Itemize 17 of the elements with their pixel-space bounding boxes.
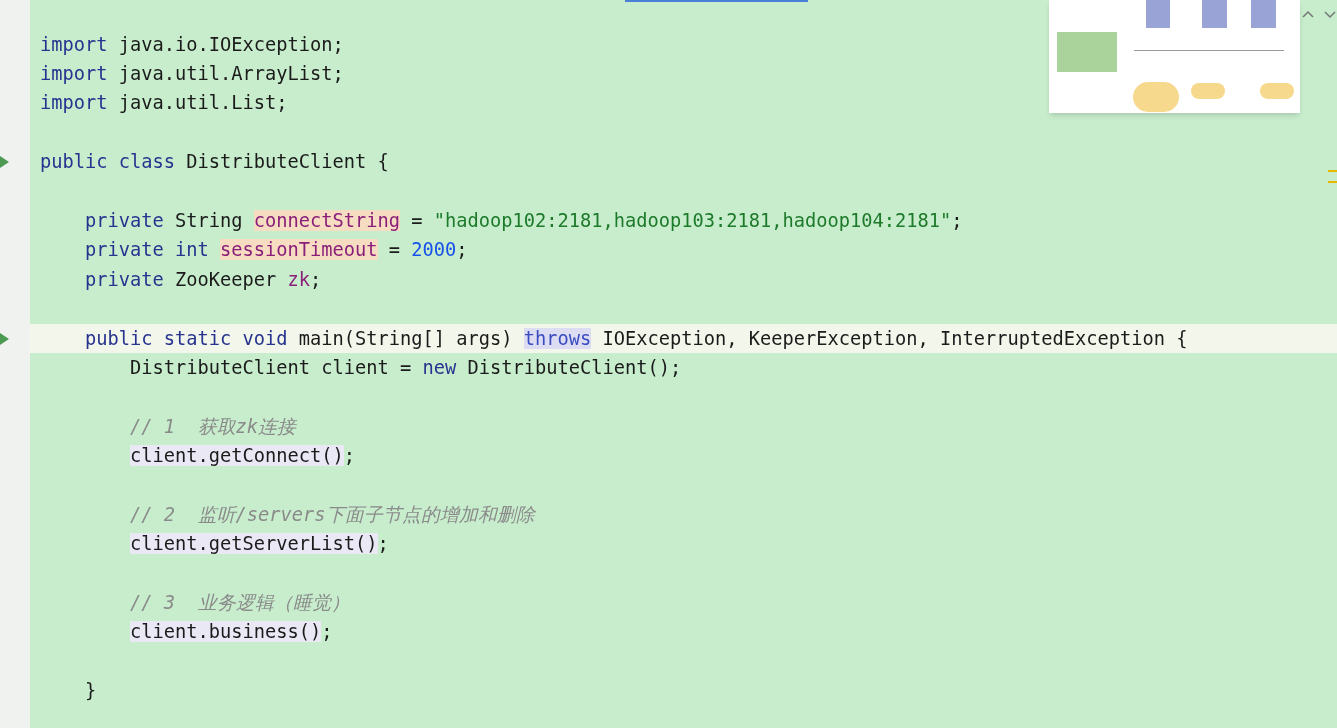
code-line: public static void main(String[] args) throws IOException, KeeperException, InterruptedException { [85,326,1188,351]
code-line: private String connectString = "hadoop102:2181,hadoop103:2181,hadoop104:2181"; [85,209,963,234]
chevron-down-icon[interactable] [1324,11,1336,19]
code-line: public class DistributeClient { [40,150,389,175]
code-comment: // 1 获取zk连接 [130,414,296,439]
code-comment: // 3 业务逻辑（睡觉） [130,591,350,616]
code-line: } [85,679,97,704]
run-icon[interactable] [0,156,9,169]
code-line: private int sessionTimeout = 2000; [85,238,468,263]
code-line: import java.util.ArrayList; [40,62,344,87]
code-line: import java.util.List; [40,91,288,116]
run-icon[interactable] [0,332,9,345]
chevron-up-icon[interactable] [1302,10,1314,18]
code-line: private ZooKeeper zk; [85,267,322,292]
code-line: DistributeClient client = new DistributeClient(); [130,355,682,380]
code-line: import java.io.IOException; [40,32,344,57]
code-comment: // 2 监听/servers下面子节点的增加和删除 [130,502,535,527]
